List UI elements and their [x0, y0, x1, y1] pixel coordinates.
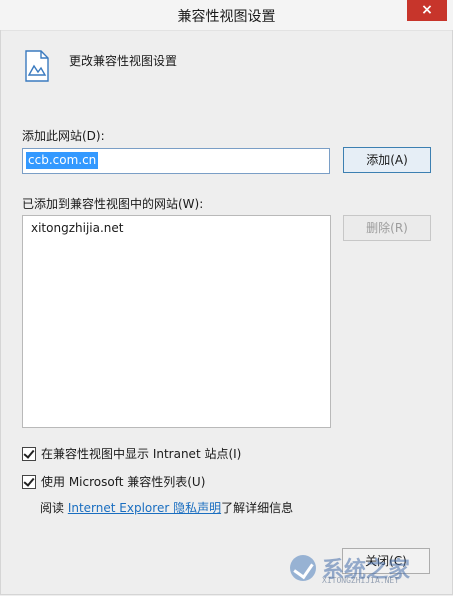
ms-list-option[interactable]: 使用 Microsoft 兼容性列表(U): [22, 473, 205, 490]
remove-button[interactable]: 删除(R): [343, 215, 431, 241]
add-button[interactable]: 添加(A): [343, 147, 431, 173]
privacy-link[interactable]: Internet Explorer 隐私声明: [68, 501, 221, 515]
site-list[interactable]: xitongzhijia.net: [22, 215, 331, 428]
ms-list-checkbox[interactable]: [22, 474, 36, 489]
add-site-input-value: ccb.com.cn: [26, 152, 99, 169]
privacy-prefix: 阅读: [40, 501, 68, 515]
intranet-label: 在兼容性视图中显示 Intranet 站点(I): [41, 447, 242, 461]
add-site-label: 添加此网站(D):: [22, 129, 105, 143]
site-list-label: 已添加到兼容性视图中的网站(W):: [22, 197, 204, 211]
title-bar: 兼容性视图设置 ×: [0, 0, 453, 31]
watermark-logo-icon: [290, 555, 316, 581]
ms-list-label: 使用 Microsoft 兼容性列表(U): [41, 475, 206, 489]
privacy-line: 阅读 Internet Explorer 隐私声明了解详细信息: [40, 499, 293, 516]
privacy-suffix: 了解详细信息: [221, 501, 294, 515]
dialog-heading: 更改兼容性视图设置: [69, 54, 178, 68]
intranet-option[interactable]: 在兼容性视图中显示 Intranet 站点(I): [22, 445, 241, 462]
watermark-subtext: XITONGZHIJIA.NET: [322, 576, 400, 585]
window-title: 兼容性视图设置: [177, 9, 276, 25]
list-item[interactable]: xitongzhijia.net: [31, 221, 123, 235]
add-site-input[interactable]: ccb.com.cn: [22, 148, 330, 174]
intranet-checkbox[interactable]: [22, 446, 36, 461]
window-close-button[interactable]: ×: [407, 0, 447, 21]
document-compat-icon: [25, 50, 49, 82]
